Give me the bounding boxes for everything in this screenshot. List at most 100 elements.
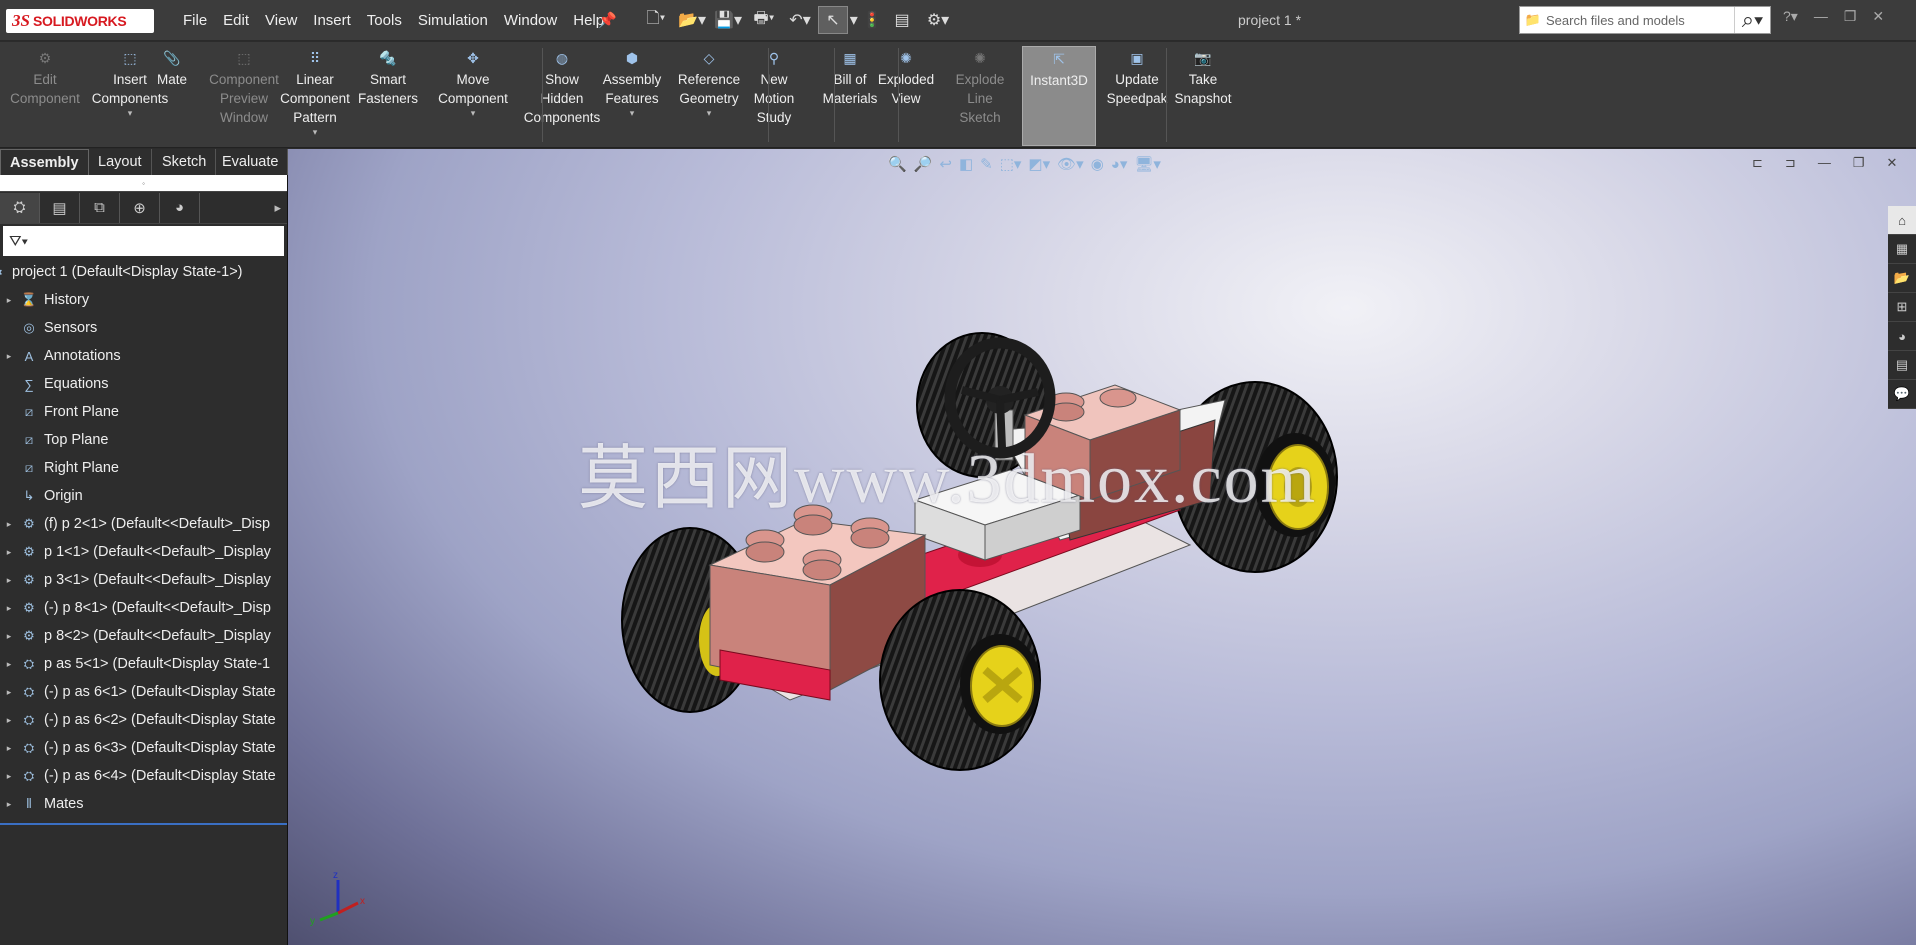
ribbon-reference-geometry-button[interactable]: ◇ Reference Geometry ▾ xyxy=(666,48,752,118)
ribbon-linear-pattern-button[interactable]: ⠿ Linear Component Pattern ▾ xyxy=(272,48,358,137)
menu-simulation[interactable]: Simulation xyxy=(410,12,496,29)
tree-item[interactable]: ▸ ⚙ p 1<1> (Default<<Default>_Display xyxy=(0,538,287,566)
print-icon[interactable]: 🖶▾ xyxy=(746,6,782,34)
section-view-icon[interactable]: ◧ xyxy=(959,155,973,173)
file-properties-icon[interactable]: ▤ xyxy=(884,6,920,34)
tree-item[interactable]: ⧄ Front Plane xyxy=(0,398,287,426)
expand-arrow-icon[interactable]: ▸ xyxy=(0,687,18,698)
menu-file[interactable]: File xyxy=(175,12,215,29)
design-library-icon[interactable]: ▦ xyxy=(1888,235,1916,264)
expand-arrow-icon[interactable]: ▸ xyxy=(0,715,18,726)
ribbon-motion-study-button[interactable]: ⚲ New Motion Study xyxy=(744,48,804,127)
expand-arrow-icon[interactable]: ▸ xyxy=(0,547,18,558)
ribbon-smart-fasteners-button[interactable]: 🔩 Smart Fasteners xyxy=(350,48,426,108)
expand-arrow-icon[interactable]: ▸ xyxy=(0,771,18,782)
display-manager-tab-icon[interactable]: ◕ xyxy=(160,192,200,223)
viewport-expand-left-icon[interactable]: ⊏ xyxy=(1752,155,1763,171)
display-style-icon[interactable]: ◩▾ xyxy=(1028,155,1050,173)
tree-filter[interactable]: ⛛▾ xyxy=(3,226,284,256)
tree-item[interactable]: ▸ ⫴ Mates xyxy=(0,790,287,818)
tree-item[interactable]: ▸ ⛭ (-) p as 6<1> (Default<Display State xyxy=(0,678,287,706)
panel-splitter-handle[interactable]: ◦ xyxy=(0,175,287,192)
tree-item[interactable]: ⧄ Right Plane xyxy=(0,454,287,482)
options-gear-icon[interactable]: ⚙▾ xyxy=(920,6,956,34)
custom-properties-icon[interactable]: ▤ xyxy=(1888,351,1916,380)
ribbon-mate-button[interactable]: 📎 Mate xyxy=(142,48,202,89)
dropdown-arrow-icon[interactable]: ▾ xyxy=(707,108,712,118)
tree-item[interactable]: ▸ ⛭ (-) p as 6<4> (Default<Display State xyxy=(0,762,287,790)
tree-item[interactable]: ⧄ Top Plane xyxy=(0,426,287,454)
configuration-manager-tab-icon[interactable]: ⧉ xyxy=(80,192,120,223)
search-scope-icon[interactable]: 📁 xyxy=(1520,7,1546,33)
view-palette-icon[interactable]: ⊞ xyxy=(1888,293,1916,322)
expand-arrow-icon[interactable]: ▸ xyxy=(0,575,18,586)
menu-insert[interactable]: Insert xyxy=(305,12,359,29)
expand-arrow-icon[interactable]: ▸ xyxy=(0,659,18,670)
view-settings-icon[interactable]: 🖥▾ xyxy=(1134,155,1161,173)
apply-scene-icon[interactable]: ◕▾ xyxy=(1111,155,1128,173)
minimize-icon[interactable]: — xyxy=(1814,8,1828,25)
tree-item[interactable]: ▸ ⛭ (-) p as 6<2> (Default<Display State xyxy=(0,706,287,734)
dynamic-annotation-icon[interactable]: ✎ xyxy=(980,155,993,173)
new-file-icon[interactable]: 🗋▾ xyxy=(638,6,674,34)
expand-arrow-icon[interactable]: ▸ xyxy=(0,743,18,754)
search-input[interactable]: Search files and models xyxy=(1546,13,1734,28)
tree-item[interactable]: ▸ ⚙ (-) p 8<1> (Default<<Default>_Disp xyxy=(0,594,287,622)
solidworks-logo[interactable]: 3S SOLIDWORKS xyxy=(6,9,154,33)
zoom-to-fit-icon[interactable]: 🔍 xyxy=(888,155,907,173)
viewport-restore-icon[interactable]: ❐ xyxy=(1853,155,1865,171)
menu-window[interactable]: Window xyxy=(496,12,565,29)
tab-assembly[interactable]: Assembly xyxy=(0,149,89,175)
tree-item[interactable]: ▸ A Annotations xyxy=(0,342,287,370)
dropdown-arrow-icon[interactable]: ▾ xyxy=(471,108,476,118)
expand-arrow-icon[interactable]: ▸ xyxy=(0,799,18,810)
ribbon-explode-line-button[interactable]: ✺ Explode Line Sketch xyxy=(938,48,1022,127)
dropdown-arrow-icon[interactable]: ▾ xyxy=(128,108,133,118)
ribbon-speedpak-button[interactable]: ▣ Update Speedpak xyxy=(1100,48,1174,108)
zoom-area-icon[interactable]: 🔎 xyxy=(914,155,933,173)
ribbon-exploded-view-button[interactable]: ✺ Exploded View xyxy=(868,48,944,108)
hide-show-items-icon[interactable]: 👁▾ xyxy=(1057,155,1084,173)
expand-arrow-icon[interactable]: ▸ xyxy=(0,295,18,306)
ribbon-instant3d-button[interactable]: ⇱ Instant3D xyxy=(1022,46,1096,146)
previous-view-icon[interactable]: ↩ xyxy=(939,155,952,173)
expand-arrow-icon[interactable]: ▸ xyxy=(0,631,18,642)
tree-item[interactable]: ▸ ⛭ p as 5<1> (Default<Display State-1 xyxy=(0,650,287,678)
forum-icon[interactable]: 💬 xyxy=(1888,380,1916,409)
tab-sketch[interactable]: Sketch xyxy=(153,149,217,175)
tree-item[interactable]: ▸ ⚙ p 8<2> (Default<<Default>_Display xyxy=(0,622,287,650)
open-file-icon[interactable]: 📂▾ xyxy=(674,6,710,34)
save-icon[interactable]: 💾▾ xyxy=(710,6,746,34)
ribbon-assembly-features-button[interactable]: ⬢ Assembly Features ▾ xyxy=(592,48,672,118)
viewport-close-icon[interactable]: ✕ xyxy=(1886,155,1897,171)
dimxpert-tab-icon[interactable]: ⊕ xyxy=(120,192,160,223)
dropdown-arrow-icon[interactable]: ▾ xyxy=(313,127,318,137)
file-explorer-icon[interactable]: 📂 xyxy=(1888,264,1916,293)
tab-evaluate[interactable]: Evaluate xyxy=(213,149,289,175)
menu-edit[interactable]: Edit xyxy=(215,12,257,29)
view-orientation-icon[interactable]: ⬚▾ xyxy=(1000,155,1022,173)
tree-item[interactable]: ▸ ⚙ (f) p 2<1> (Default<<Default>_Disp xyxy=(0,510,287,538)
expand-arrow-icon[interactable]: ▸ xyxy=(0,351,18,362)
car-model[interactable] xyxy=(288,149,1916,945)
menu-view[interactable]: View xyxy=(257,12,305,29)
select-cursor-icon[interactable]: ↖ xyxy=(818,6,848,34)
ribbon-move-component-button[interactable]: ✥ Move Component ▾ xyxy=(428,48,518,118)
tree-item[interactable]: ∑ Equations xyxy=(0,370,287,398)
search-box[interactable]: 📁 Search files and models ⌕▾ xyxy=(1519,6,1771,34)
tree-item[interactable]: ◎ Sensors xyxy=(0,314,287,342)
menu-tools[interactable]: Tools xyxy=(359,12,410,29)
pin-icon[interactable]: 📌 xyxy=(598,11,617,29)
home-icon[interactable]: ⌂ xyxy=(1888,206,1916,235)
undo-icon[interactable]: ↶▾ xyxy=(782,6,818,34)
rebuild-icon[interactable]: ▾ 🚦 xyxy=(848,6,884,34)
viewport-minimize-icon[interactable]: — xyxy=(1818,155,1831,171)
restore-icon[interactable]: ❐ xyxy=(1844,8,1857,25)
tree-item[interactable]: ▸ ⌛ History xyxy=(0,286,287,314)
property-manager-tab-icon[interactable]: ▤ xyxy=(40,192,80,223)
close-icon[interactable]: ✕ xyxy=(1872,8,1884,25)
feature-manager-tab-icon[interactable]: ⛭ xyxy=(0,192,40,223)
ribbon-snapshot-button[interactable]: 📷 Take Snapshot xyxy=(1168,48,1238,108)
tab-layout[interactable]: Layout xyxy=(89,149,152,175)
graphics-viewport[interactable]: 莫西网www.3dmox.com z x y xyxy=(288,149,1916,945)
